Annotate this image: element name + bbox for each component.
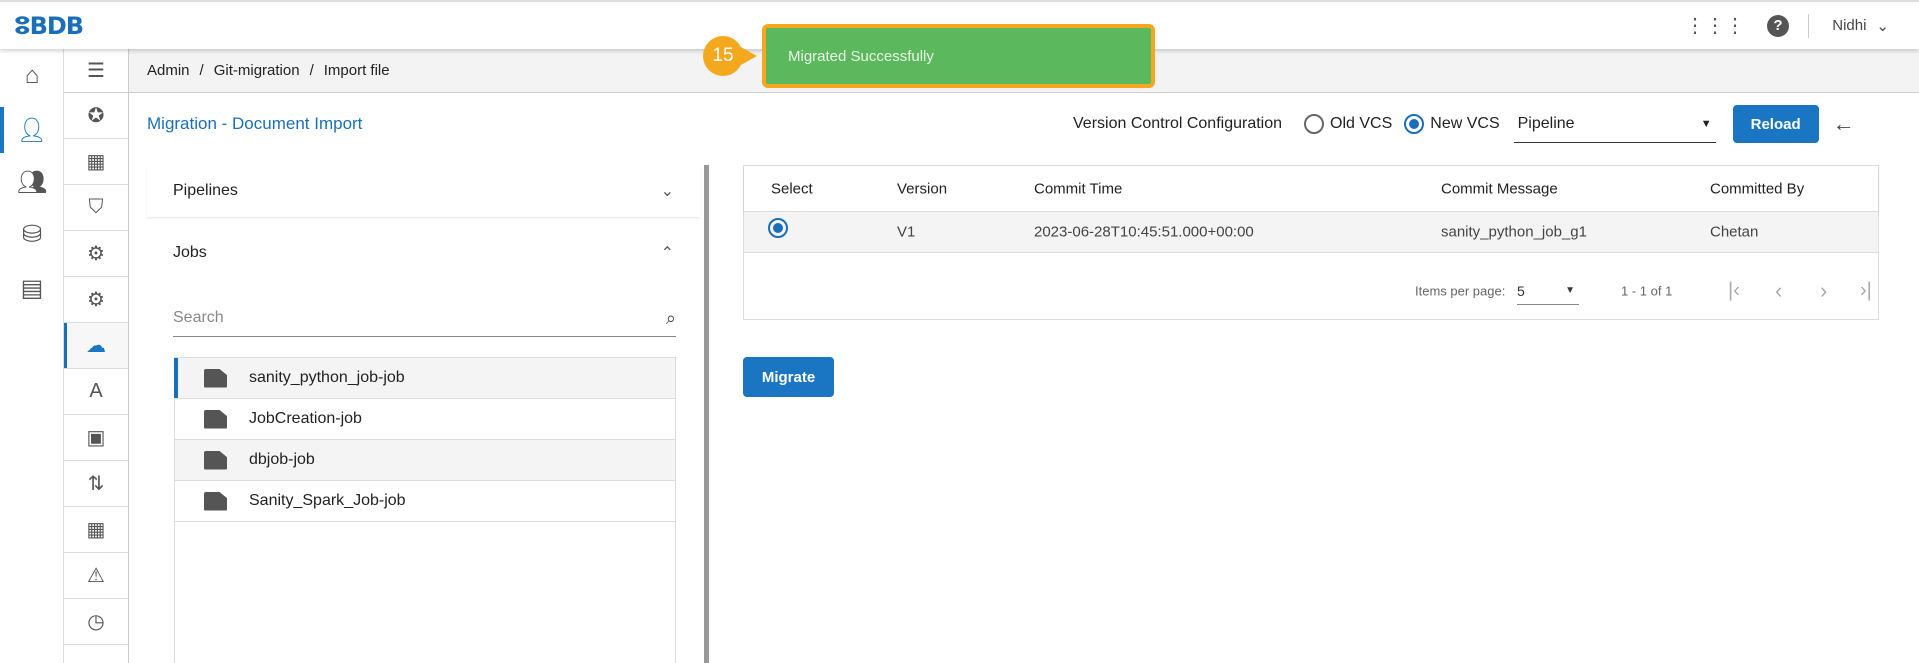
table-header: Select Version Commit Time Commit Messag… — [744, 166, 1878, 212]
reload-button[interactable]: Reload — [1732, 105, 1819, 143]
list-item[interactable]: Sanity_Spark_Job-job — [175, 481, 675, 522]
col-committed-by: Committed By — [1710, 180, 1805, 197]
old-vcs-radio[interactable] — [1304, 114, 1325, 134]
list-item[interactable]: dbjob-job — [175, 440, 675, 481]
file-icon — [204, 409, 227, 429]
search-placeholder: Search — [173, 309, 224, 326]
translate-icon[interactable]: A — [64, 369, 128, 415]
versions-table: Select Version Commit Time Commit Messag… — [743, 165, 1879, 320]
git-migration-cloud-icon[interactable]: ☁ — [64, 323, 128, 369]
page-range: 1 - 1 of 1 — [1621, 283, 1673, 299]
back-arrow-icon[interactable]: ← — [1833, 111, 1855, 137]
migrate-button[interactable]: Migrate — [743, 357, 834, 397]
award-icon[interactable]: ✪ — [64, 93, 128, 139]
file-icon — [204, 450, 227, 470]
list-item[interactable]: sanity_python_job-job — [174, 358, 675, 399]
jobs-accordion[interactable]: Jobs ⌃ — [147, 233, 700, 273]
panel-scrollbar[interactable] — [704, 165, 709, 663]
calendar-search-icon[interactable]: ▦ — [64, 507, 128, 553]
server-warning-icon[interactable]: ⚠ — [64, 553, 128, 599]
user-group-icon[interactable]: 👥︎ — [0, 159, 64, 205]
items-per-page-label: Items per page: — [1415, 283, 1506, 299]
home-icon[interactable]: ⌂ — [0, 53, 64, 99]
success-toast: Migrated Successfully — [762, 24, 1155, 88]
cell-committed-by: Chetan — [1710, 223, 1759, 241]
breadcrumb-import-file: Import file — [323, 62, 390, 79]
first-page-icon[interactable]: |‹ — [1728, 280, 1740, 303]
prev-page-icon[interactable]: ‹ — [1775, 278, 1782, 304]
database-network-icon[interactable]: ⛁ — [0, 211, 64, 257]
list-item-label: sanity_python_job-job — [249, 369, 405, 386]
row-select-radio[interactable] — [768, 218, 788, 238]
chevron-down-icon: ⌄ — [1876, 17, 1889, 35]
items-per-page-value: 5 — [1517, 282, 1525, 299]
job-search-input[interactable]: Search ⌕ — [173, 300, 676, 337]
bdb-logo[interactable]: ⵓBDB — [14, 12, 84, 40]
table-row[interactable]: V1 2023-06-28T10:45:51.000+00:00 sanity_… — [744, 212, 1878, 253]
search-icon[interactable]: ⌕ — [666, 308, 676, 329]
cell-version: V1 — [897, 223, 916, 241]
dropdown-arrow-icon: ▼ — [1700, 117, 1712, 130]
user-name: Nidhi — [1832, 17, 1867, 34]
new-vcs-radio[interactable] — [1404, 114, 1425, 134]
file-icon — [204, 368, 227, 388]
breadcrumb-git-migration[interactable]: Git-migration — [214, 62, 300, 79]
next-page-icon[interactable]: › — [1820, 278, 1827, 304]
menu-hamburger-icon[interactable]: ☰ — [64, 49, 128, 93]
list-item-label: Sanity_Spark_Job-job — [249, 492, 406, 509]
invoice-icon[interactable]: ▦ — [64, 139, 128, 185]
apps-grid-icon[interactable]: ⋮⋮⋮ — [1685, 13, 1745, 38]
vcs-config: Version Control Configuration Old VCS Ne… — [1073, 105, 1855, 143]
shield-lock-icon[interactable]: ⛉ — [64, 185, 128, 231]
pipelines-accordion[interactable]: Pipelines ⌄ — [147, 165, 700, 218]
page-title: Migration - Document Import — [147, 114, 363, 133]
items-per-page-select[interactable]: 5 ▼ — [1517, 277, 1579, 305]
header-divider — [1808, 13, 1809, 38]
list-item-label: dbjob-job — [249, 451, 315, 468]
vcs-label: Version Control Configuration — [1073, 115, 1283, 132]
file-icon — [204, 491, 227, 511]
certificate-icon[interactable]: ▣ — [64, 415, 128, 461]
last-page-icon[interactable]: ›| — [1860, 280, 1872, 303]
pipelines-label: Pipelines — [173, 182, 238, 199]
file-gear-icon[interactable]: ⚙ — [64, 277, 128, 323]
vcs-type-select[interactable]: Pipeline ▼ — [1513, 105, 1716, 143]
old-vcs-label: Old VCS — [1330, 115, 1393, 132]
breadcrumb-admin[interactable]: Admin — [147, 62, 190, 79]
cell-commit-message: sanity_python_job_g1 — [1441, 223, 1587, 241]
cell-commit-time: 2023-06-28T10:45:51.000+00:00 — [1034, 223, 1254, 241]
col-select: Select — [771, 180, 813, 197]
gears-icon[interactable]: ⚙ — [64, 231, 128, 277]
secondary-sidebar: ☰ ✪ ▦ ⛉ ⚙ ⚙ ☁ A ▣ ⇅ ▦ ⚠ ◷ — [64, 49, 129, 663]
user-menu[interactable]: Nidhi ⌄ — [1832, 17, 1889, 35]
col-commit-message: Commit Message — [1441, 180, 1558, 197]
list-item-label: JobCreation-job — [249, 410, 362, 427]
user-clock-icon[interactable]: ◷ — [64, 599, 128, 645]
toast-message: Migrated Successfully — [788, 47, 934, 65]
admin-user-settings-icon[interactable]: 👤︎ — [0, 107, 64, 153]
dropdown-arrow-icon: ▼ — [1565, 285, 1575, 296]
vcs-type-value: Pipeline — [1517, 114, 1575, 132]
chevron-down-icon: ⌄ — [660, 183, 674, 200]
list-item[interactable]: JobCreation-job — [175, 399, 675, 440]
help-icon[interactable]: ? — [1767, 14, 1789, 37]
paginator: Items per page: 5 ▼ 1 - 1 of 1 |‹ ‹ › ›| — [744, 276, 1878, 306]
jobs-label: Jobs — [173, 244, 207, 261]
col-commit-time: Commit Time — [1034, 180, 1123, 197]
new-vcs-label: New VCS — [1430, 115, 1500, 132]
col-version: Version — [897, 180, 948, 197]
primary-sidebar: ⌂ 👤︎ 👥︎ ⛁ ▤ — [0, 49, 64, 663]
cloud-transfer-icon[interactable]: ⇅ — [64, 461, 128, 507]
step-callout-badge: 15 — [703, 36, 757, 76]
presentation-user-icon[interactable]: ▤ — [0, 265, 64, 311]
chevron-up-icon: ⌃ — [660, 245, 674, 262]
jobs-list: sanity_python_job-job JobCreation-job db… — [174, 357, 676, 663]
